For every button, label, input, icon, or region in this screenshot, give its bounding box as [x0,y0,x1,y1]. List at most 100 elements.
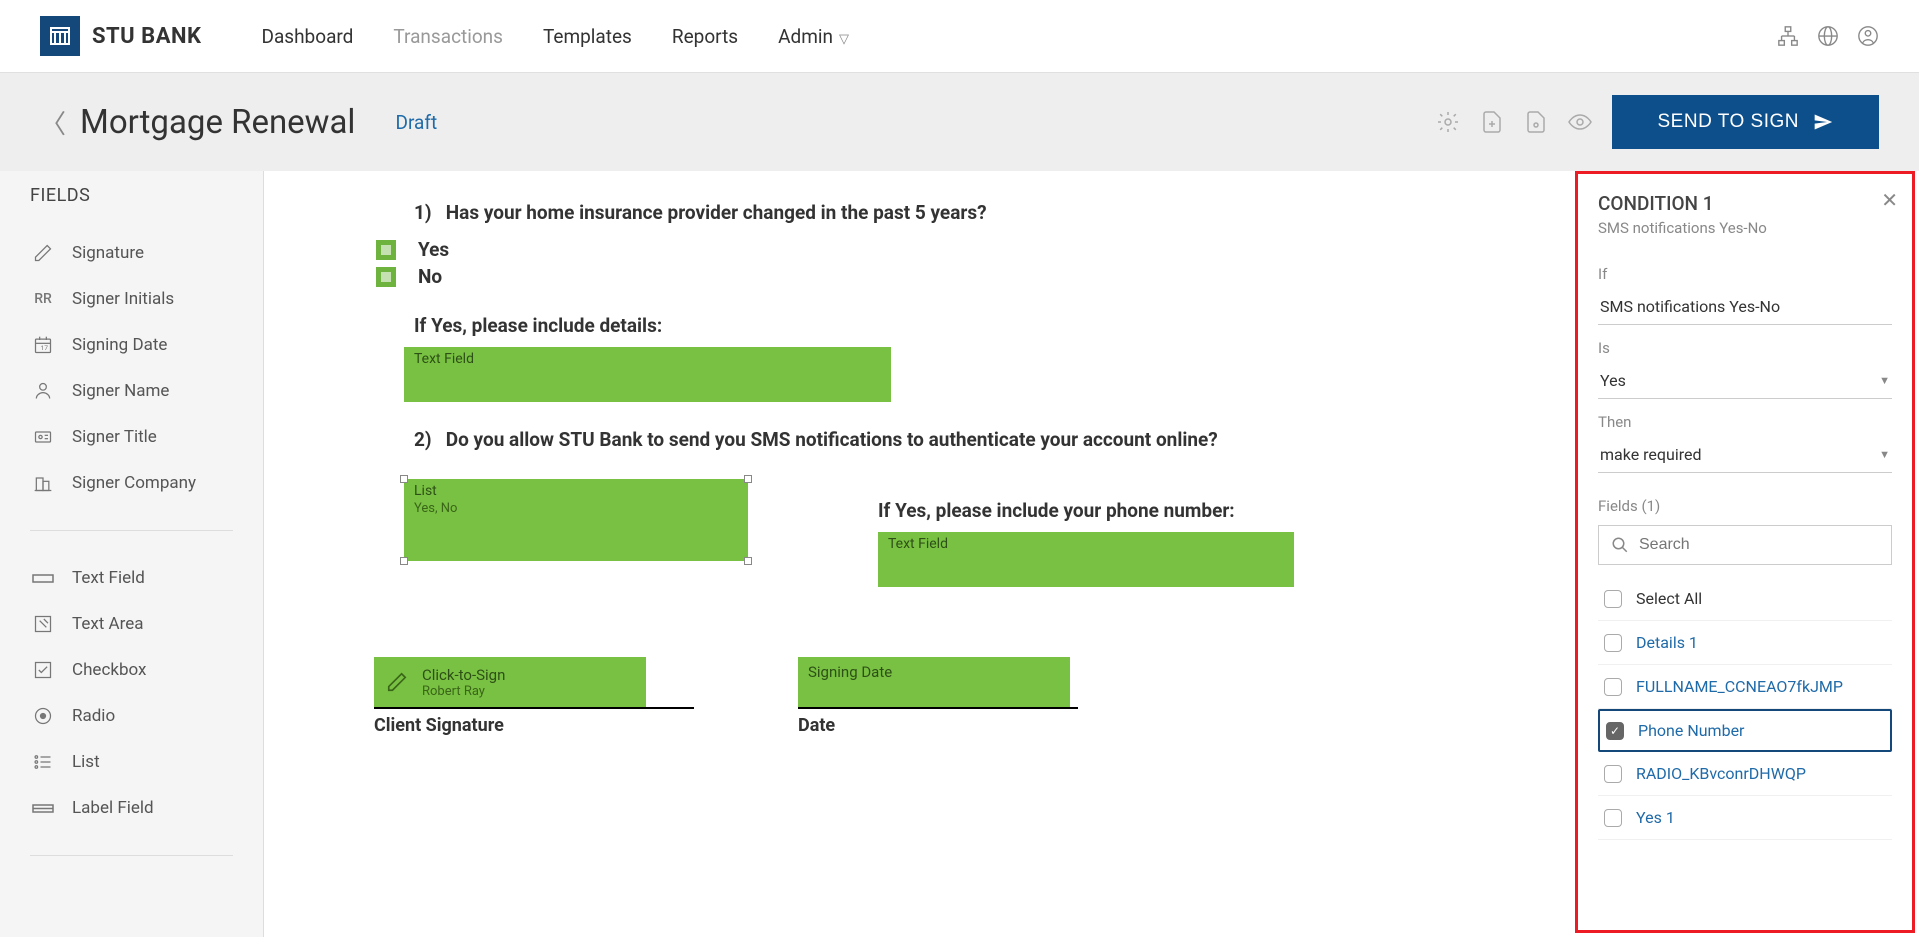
date-column: Signing Date Date [798,657,1078,736]
checkbox-checked[interactable]: ✓ [1606,722,1624,740]
divider [30,855,233,856]
field-item-details1[interactable]: Details 1 [1598,621,1892,665]
is-select[interactable]: Yes▼ [1598,363,1892,399]
client-signature-label: Client Signature [374,715,694,736]
field-text-field[interactable]: Text Field [30,555,233,601]
search-input[interactable] [1639,536,1879,554]
text-field-details[interactable]: Text Field [404,347,891,402]
field-signer-name[interactable]: Signer Name [30,368,233,414]
gear-icon[interactable] [1436,110,1460,134]
nav-reports[interactable]: Reports [672,25,738,48]
signature-column: Click-to-Sign Robert Ray Client Signatur… [374,657,694,736]
checkbox-field[interactable] [376,240,396,260]
nav-admin[interactable]: Admin▽ [778,25,849,48]
label-icon [32,797,54,819]
field-signer-title[interactable]: Signer Title [30,414,233,460]
select-all-item[interactable]: Select All [1598,577,1892,621]
resize-handle[interactable] [744,557,752,565]
doc-plus-icon[interactable] [1480,110,1504,134]
signature-field[interactable]: Click-to-Sign Robert Ray [374,657,646,707]
brand-name: STU BANK [92,24,201,49]
textfield-icon [32,567,54,589]
date-line [798,707,1078,709]
list-field-sms[interactable]: List Yes, No [404,479,748,561]
checkbox-icon [32,659,54,681]
initials-icon: RR [32,288,54,310]
field-signer-company[interactable]: Signer Company [30,460,233,506]
field-label[interactable]: Label Field [30,785,233,831]
page-title: Mortgage Renewal [80,103,355,142]
field-item-fullname[interactable]: FULLNAME_CCNEAO7fkJMP [1598,665,1892,709]
doc-settings-icon[interactable] [1524,110,1548,134]
field-checkbox[interactable]: Checkbox [30,647,233,693]
text-field-phone[interactable]: Text Field [878,532,1294,587]
textarea-icon [32,613,54,635]
send-to-sign-button[interactable]: SEND TO SIGN [1612,95,1880,149]
top-nav: STU BANK Dashboard Transactions Template… [0,0,1919,73]
field-signing-date[interactable]: 17 Signing Date [30,322,233,368]
calendar-icon: 17 [32,334,54,356]
chevron-down-icon: ▽ [839,32,849,47]
close-icon[interactable]: ✕ [1881,188,1898,212]
divider [30,530,233,531]
if-yes-phone-label: If Yes, please include your phone number… [878,499,1294,522]
checkbox[interactable] [1604,809,1622,827]
fields-sidebar: FIELDS Signature RR Signer Initials 17 S… [0,171,264,937]
pen-icon [386,671,408,693]
nav-dashboard[interactable]: Dashboard [261,25,353,48]
checkbox-field[interactable] [376,267,396,287]
checkbox[interactable] [1604,590,1622,608]
condition-panel: ✕ CONDITION 1 SMS notifications Yes-No I… [1575,171,1915,933]
field-signature[interactable]: Signature [30,230,233,276]
date-label: Date [798,715,1078,736]
field-item-phone[interactable]: ✓ Phone Number [1598,709,1892,752]
user-icon[interactable] [1857,25,1879,47]
fields-list: Select All Details 1 FULLNAME_CCNEAO7fkJ… [1598,577,1892,840]
field-list[interactable]: List [30,739,233,785]
field-item-radio[interactable]: RADIO_KBvconrDHWQP [1598,752,1892,796]
svg-text:17: 17 [41,344,49,352]
checkbox[interactable] [1604,765,1622,783]
logo-icon [40,16,80,56]
list-icon [32,751,54,773]
person-icon [32,380,54,402]
eye-icon[interactable] [1568,110,1592,134]
back-icon[interactable]: 〈 [40,104,66,141]
fields-search[interactable] [1598,525,1892,565]
then-select[interactable]: make required▼ [1598,437,1892,473]
field-radio[interactable]: Radio [30,693,233,739]
hierarchy-icon[interactable] [1777,25,1799,47]
if-select[interactable]: SMS notifications Yes-No [1598,289,1892,325]
checkbox[interactable] [1604,678,1622,696]
building-icon [32,472,54,494]
badge-icon [32,426,54,448]
field-item-yes1[interactable]: Yes 1 [1598,796,1892,840]
globe-icon[interactable] [1817,25,1839,47]
field-initials[interactable]: RR Signer Initials [30,276,233,322]
search-icon [1611,536,1629,554]
status-badge: Draft [395,111,437,134]
radio-icon [32,705,54,727]
sidebar-heading: FIELDS [30,185,233,206]
checkbox[interactable] [1604,634,1622,652]
signing-date-field[interactable]: Signing Date [798,657,1070,707]
field-text-area[interactable]: Text Area [30,601,233,647]
if-label: If [1598,265,1892,283]
resize-handle[interactable] [744,475,752,483]
condition-title: CONDITION 1 [1598,192,1892,215]
nav-transactions[interactable]: Transactions [393,25,503,48]
signature-line [374,707,694,709]
pen-icon [32,242,54,264]
nav-templates[interactable]: Templates [543,25,632,48]
condition-subtitle: SMS notifications Yes-No [1598,219,1892,237]
chevron-down-icon: ▼ [1879,448,1890,461]
is-label: Is [1598,339,1892,357]
then-label: Then [1598,413,1892,431]
send-icon [1813,112,1833,132]
chevron-down-icon: ▼ [1879,374,1890,387]
logo[interactable]: STU BANK [40,16,201,56]
resize-handle[interactable] [400,557,408,565]
page-header: 〈 Mortgage Renewal Draft SEND TO SIGN [0,73,1919,171]
header-actions: SEND TO SIGN [1436,95,1880,149]
resize-handle[interactable] [400,475,408,483]
